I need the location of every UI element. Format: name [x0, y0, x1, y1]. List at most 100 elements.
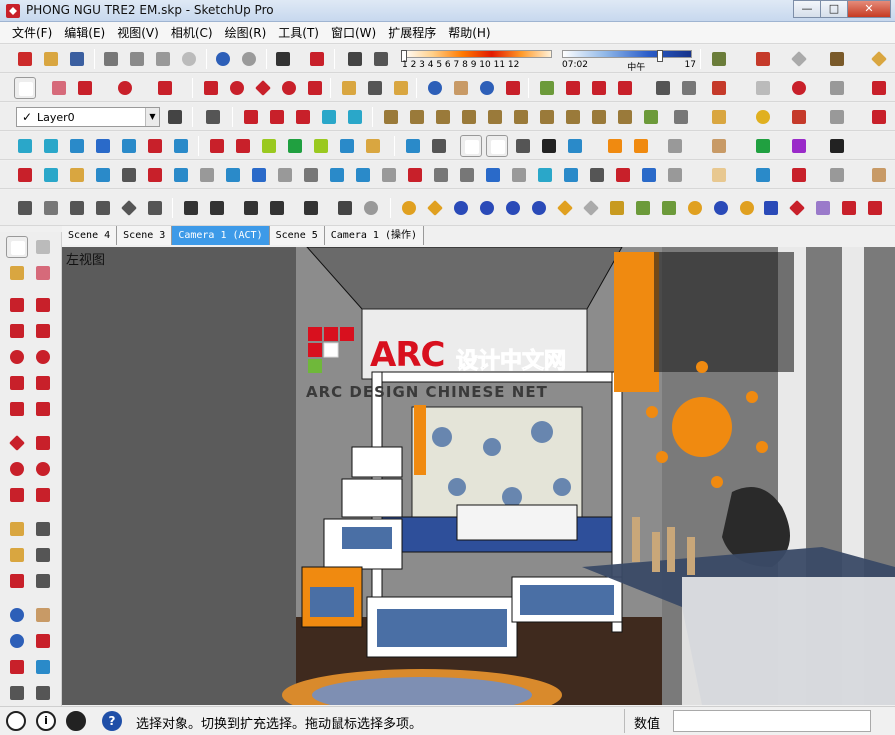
paint-bucket-icon[interactable] [390, 77, 412, 99]
tab-camera-1-act[interactable]: Camera 1 (ACT) [172, 226, 270, 245]
rect-tool-icon[interactable] [6, 320, 28, 342]
target-icon[interactable] [684, 197, 706, 219]
hidden-line-icon[interactable] [486, 135, 508, 157]
eraser-tool-icon[interactable] [32, 262, 54, 284]
pan-tool-icon[interactable] [32, 604, 54, 626]
orbit-tool-icon[interactable] [6, 604, 28, 626]
tape-tool-icon[interactable] [6, 518, 28, 540]
euro-icon[interactable] [788, 77, 810, 99]
fe-icon[interactable] [760, 197, 782, 219]
rope-icon[interactable] [606, 197, 628, 219]
help-icon[interactable]: ? [102, 711, 122, 731]
extension-icon[interactable] [336, 135, 358, 157]
previous-view-tool-icon[interactable] [32, 656, 54, 678]
open-folder-icon[interactable] [40, 48, 62, 70]
position-camera-tool-icon[interactable] [6, 682, 28, 704]
layout-icon[interactable] [678, 77, 700, 99]
move-icon[interactable] [252, 77, 274, 99]
zoom-extents-icon[interactable] [502, 77, 524, 99]
red-gem-icon[interactable] [788, 164, 810, 186]
3dtext-tool-icon[interactable] [32, 570, 54, 592]
back-view-icon[interactable] [118, 135, 140, 157]
cut-icon[interactable] [100, 48, 122, 70]
select-arrow-icon[interactable] [14, 77, 36, 99]
pillar-icon[interactable] [40, 197, 62, 219]
coil-icon[interactable] [752, 135, 774, 157]
layers-stack-icon[interactable] [638, 164, 660, 186]
layer-manager-icon[interactable] [164, 106, 186, 128]
extrude-icon[interactable] [14, 197, 36, 219]
map-icon[interactable] [708, 48, 730, 70]
top-view-icon[interactable] [40, 135, 62, 157]
tool-r5-icon[interactable] [300, 197, 322, 219]
tool-r4-icon[interactable] [266, 197, 288, 219]
shaded-textures-icon[interactable] [538, 135, 560, 157]
arc-tool-icon[interactable] [6, 372, 28, 394]
model-tool-4-icon[interactable] [458, 106, 480, 128]
erase-icon[interactable] [178, 48, 200, 70]
gear-icon[interactable] [826, 106, 848, 128]
plugin-g-icon[interactable] [14, 164, 36, 186]
model-tool-6-icon[interactable] [510, 106, 532, 128]
edges-icon[interactable] [258, 135, 280, 157]
plugin-m-icon[interactable] [170, 164, 192, 186]
left-view-icon[interactable] [144, 135, 166, 157]
chevron-down-icon[interactable]: ▼ [145, 108, 159, 126]
month-slider[interactable]: 1 2 3 4 5 6 7 8 9 10 11 12 [401, 48, 554, 72]
br-circle-icon[interactable] [502, 197, 524, 219]
ramp-icon[interactable] [868, 164, 890, 186]
3d-viewport[interactable]: 左视图 ARC 设计中文网 ARC DESIGN CHINESE NET [62, 247, 895, 705]
plugin-t-icon[interactable] [378, 164, 400, 186]
diamond-icon[interactable] [118, 197, 140, 219]
section-plane-icon[interactable] [202, 106, 224, 128]
model-tool-2-icon[interactable] [406, 106, 428, 128]
plugin-a-icon[interactable] [240, 106, 262, 128]
plugin-w-icon[interactable] [456, 164, 478, 186]
plugin-d-icon[interactable] [318, 106, 340, 128]
dot-icon[interactable] [752, 106, 774, 128]
model-tool-11-icon[interactable] [640, 106, 662, 128]
brush-icon[interactable] [826, 48, 848, 70]
followme-tool-icon[interactable] [32, 458, 54, 480]
rotated-rect-tool-icon[interactable] [32, 320, 54, 342]
menu-view[interactable]: 视图(V) [111, 23, 165, 43]
monochrome-icon[interactable] [564, 135, 586, 157]
color-cube-icon[interactable] [752, 164, 774, 186]
scale-tool-icon[interactable] [6, 484, 28, 506]
cube-gray-icon[interactable] [826, 77, 848, 99]
menu-file[interactable]: 文件(F) [6, 23, 58, 43]
multi-cube-icon[interactable] [864, 197, 886, 219]
push-pull-icon[interactable] [200, 77, 222, 99]
menu-draw[interactable]: 绘图(R) [219, 23, 273, 43]
ds-icon[interactable] [482, 164, 504, 186]
arc2-tool-icon[interactable] [32, 372, 54, 394]
model-tool-10-icon[interactable] [614, 106, 636, 128]
bevel-icon[interactable] [66, 197, 88, 219]
offset-tool-icon[interactable] [32, 484, 54, 506]
menu-extensions[interactable]: 扩展程序 [382, 23, 442, 43]
undo-icon[interactable] [212, 48, 234, 70]
orange-block-2-icon[interactable] [630, 135, 652, 157]
plugin-b-icon[interactable] [266, 106, 288, 128]
measurements-input[interactable] [673, 710, 871, 732]
rotate-icon[interactable] [278, 77, 300, 99]
scale-icon[interactable] [304, 77, 326, 99]
ruby-icon[interactable] [788, 135, 810, 157]
plant-icon[interactable] [658, 197, 680, 219]
model-tool-5-icon[interactable] [484, 106, 506, 128]
blue-dot-icon[interactable] [710, 197, 732, 219]
user-account-icon[interactable] [66, 711, 86, 731]
plugin-p-icon[interactable] [248, 164, 270, 186]
plugin-k-icon[interactable] [118, 164, 140, 186]
circle-tool-icon[interactable] [6, 346, 28, 368]
plugin-r-icon[interactable] [300, 164, 322, 186]
purple-cube-icon[interactable] [812, 197, 834, 219]
jitter-icon[interactable] [362, 135, 384, 157]
plugin-i-icon[interactable] [66, 164, 88, 186]
credits-info-icon[interactable]: i [36, 711, 56, 731]
plugin-v-icon[interactable] [430, 164, 452, 186]
paint-tool-icon[interactable] [708, 106, 730, 128]
bag-icon[interactable] [788, 106, 810, 128]
small-diamond-icon[interactable] [580, 197, 602, 219]
orange-block-icon[interactable] [604, 135, 626, 157]
